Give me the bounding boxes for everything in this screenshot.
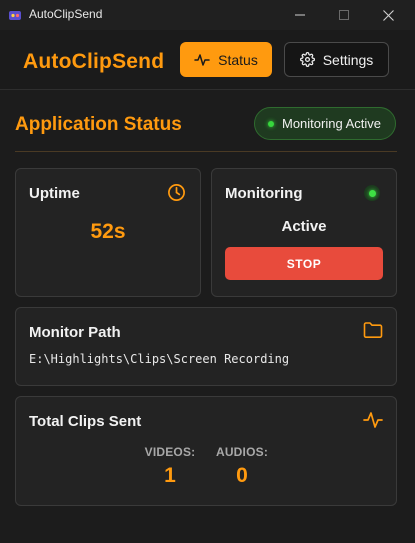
settings-tab-label: Settings [322, 51, 374, 68]
monitoring-state: Active [281, 218, 327, 235]
total-clips-label: Total Clips Sent [29, 413, 142, 430]
monitoring-label: Monitoring [225, 185, 303, 202]
status-tab-label: Status [218, 51, 258, 68]
activity-pulse-icon [194, 53, 210, 67]
live-indicator-icon [364, 185, 380, 201]
monitor-path-value: E:\Highlights\Clips\Screen Recording [29, 352, 290, 366]
window-title: AutoClipSend [29, 7, 103, 21]
minimize-icon [295, 10, 305, 20]
uptime-card: Uptime 52s [15, 168, 201, 297]
status-dot-icon [268, 120, 274, 127]
monitoring-card: Monitoring Active STOP [211, 168, 397, 297]
app-logo-icon [8, 8, 22, 22]
total-clips-card: Total Clips Sent VIDEOS: 1 AUDIOS: 0 [15, 396, 397, 506]
audios-stat: AUDIOS: 0 [214, 445, 270, 488]
brand-title: AutoClipSend [23, 50, 165, 73]
monitoring-badge-label: Monitoring Active [282, 116, 381, 131]
maximize-button[interactable] [321, 0, 367, 30]
title-bar: AutoClipSend [0, 0, 415, 30]
settings-tab-button[interactable]: Settings [284, 42, 389, 77]
folder-icon[interactable] [363, 321, 383, 339]
monitor-path-label: Monitor Path [29, 324, 121, 341]
monitor-path-card: Monitor Path E:\Highlights\Clips\Screen … [15, 307, 397, 386]
videos-stat: VIDEOS: 1 [142, 445, 198, 488]
uptime-label: Uptime [29, 185, 80, 202]
section-title: Application Status [15, 114, 182, 135]
uptime-value: 52s [90, 220, 126, 243]
audios-label: AUDIOS: [215, 445, 269, 459]
close-icon [382, 9, 394, 21]
close-button[interactable] [365, 0, 411, 30]
gear-icon [299, 52, 315, 67]
videos-label: VIDEOS: [144, 445, 196, 459]
app-header: AutoClipSend Status Settings [0, 30, 415, 90]
monitoring-status-badge: Monitoring Active [254, 107, 396, 140]
stop-button[interactable]: STOP [225, 247, 383, 280]
videos-count: 1 [164, 464, 176, 487]
status-tab-button[interactable]: Status [180, 42, 272, 77]
clock-icon [167, 183, 186, 202]
section-divider [15, 151, 397, 152]
maximize-icon [339, 10, 349, 20]
audios-count: 0 [236, 464, 248, 487]
activity-pulse-icon [363, 411, 383, 429]
minimize-button[interactable] [277, 0, 323, 30]
